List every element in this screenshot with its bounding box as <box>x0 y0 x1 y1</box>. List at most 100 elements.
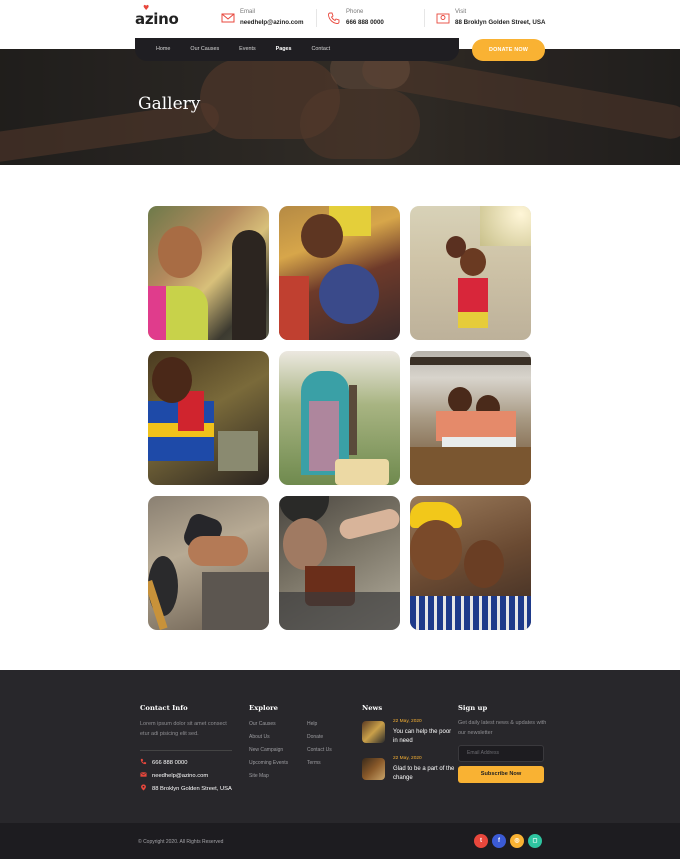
nav-item-pages[interactable]: Pages <box>276 46 292 52</box>
bottom-bar: © Copyright 2020. All Rights Reserved t … <box>0 823 680 859</box>
footer-divider <box>140 750 232 751</box>
footer-link-site-map[interactable]: Site Map <box>249 773 269 779</box>
page-title: Gallery <box>138 94 201 114</box>
map-pin-icon <box>436 13 450 24</box>
nav-item-events[interactable]: Events <box>239 46 255 52</box>
footer-email[interactable]: needhelp@azino.com <box>140 771 208 779</box>
image-detail <box>279 276 309 340</box>
image-detail <box>202 572 269 630</box>
facebook-icon[interactable]: f <box>492 834 506 848</box>
envelope-icon <box>140 772 147 777</box>
heart-icon: ♥ <box>143 4 149 12</box>
phone-icon <box>328 12 340 24</box>
top-header: ♥ azino Email needhelp@azino.com Phone 6… <box>0 0 680 38</box>
footer-phone[interactable]: 666 888 0000 <box>140 758 187 766</box>
email-label: Email <box>240 9 256 15</box>
gallery-grid <box>148 206 532 630</box>
footer-link-about-us[interactable]: About Us <box>249 734 270 740</box>
image-detail <box>458 312 488 328</box>
footer-email-text: needhelp@azino.com <box>152 773 209 779</box>
logo-text: azino <box>135 10 179 28</box>
image-detail <box>301 214 343 258</box>
news-date: 22 May, 2020 <box>393 719 422 724</box>
main-nav: Home Our Causes Events Pages Contact <box>135 38 459 61</box>
footer-signup-heading: Sign up <box>458 704 488 712</box>
header-divider <box>424 9 425 27</box>
copyright-text: © Copyright 2020. All Rights Reserved <box>138 839 224 845</box>
gallery-image-girl-and-boy[interactable] <box>410 496 531 630</box>
image-detail <box>410 520 462 580</box>
header-divider <box>316 9 317 27</box>
footer-link-donate[interactable]: Donate <box>307 734 323 740</box>
footer-link-contact-us[interactable]: Contact Us <box>307 747 332 753</box>
dribbble-icon[interactable]: ◎ <box>510 834 524 848</box>
news-title[interactable]: You can help the poor in need <box>393 728 455 746</box>
phone-icon <box>140 758 147 765</box>
gallery-image-children-playing[interactable] <box>410 206 531 340</box>
image-detail <box>410 357 531 365</box>
image-detail <box>458 278 488 314</box>
map-pin-icon <box>141 784 146 791</box>
gallery-image-water-pump[interactable] <box>279 351 400 485</box>
image-detail <box>319 264 379 324</box>
email-value: needhelp@azino.com <box>240 19 304 26</box>
footer-news-heading: News <box>362 704 383 712</box>
news-thumbnail[interactable] <box>362 721 385 743</box>
hero-overlay <box>0 49 680 165</box>
footer-address[interactable]: 88 Broklyn Golden Street, USA <box>140 784 232 792</box>
image-detail <box>480 206 531 246</box>
visit-value: 88 Broklyn Golden Street, USA <box>455 19 546 26</box>
gallery-image-mother-and-baby[interactable] <box>279 206 400 340</box>
footer <box>0 670 680 823</box>
image-detail <box>410 596 531 630</box>
news-title[interactable]: Glad to be a part of the change <box>393 765 455 783</box>
hero-banner: Gallery <box>0 49 680 165</box>
news-date: 22 May, 2020 <box>393 756 422 761</box>
footer-link-help[interactable]: Help <box>307 721 317 727</box>
image-detail <box>410 447 531 485</box>
footer-explore-heading: Explore <box>249 704 279 712</box>
footer-contact-text: Lorem ipsum dolor sit amet consect etur … <box>140 721 227 737</box>
footer-link-upcoming-events[interactable]: Upcoming Events <box>249 760 288 766</box>
image-detail <box>283 518 327 570</box>
footer-address-text: 88 Broklyn Golden Street, USA <box>152 786 232 792</box>
image-detail <box>152 357 192 403</box>
footer-signup-text: Get daily latest news & updates with our… <box>458 720 547 736</box>
logo[interactable]: ♥ azino <box>135 4 179 28</box>
phone-value: 666 888 0000 <box>346 19 384 26</box>
nav-item-home[interactable]: Home <box>156 46 170 52</box>
news-thumbnail[interactable] <box>362 758 385 780</box>
image-detail <box>448 387 472 413</box>
donate-button[interactable]: DONATE NOW <box>472 39 545 61</box>
image-detail <box>337 506 400 542</box>
image-detail <box>188 536 248 566</box>
instagram-icon[interactable]: ◻ <box>528 834 542 848</box>
gallery-image-coins-in-hand[interactable] <box>148 496 269 630</box>
image-detail <box>464 540 504 588</box>
subscribe-button[interactable]: Subscribe Now <box>458 766 544 783</box>
footer-contact-heading: Contact Info <box>140 704 188 712</box>
footer-link-terms[interactable]: Terms <box>307 760 321 766</box>
newsletter-email-input[interactable]: Email Address <box>458 745 544 762</box>
envelope-icon <box>221 13 235 23</box>
twitter-icon[interactable]: t <box>474 834 488 848</box>
nav-item-our-causes[interactable]: Our Causes <box>190 46 219 52</box>
gallery-image-children-portrait[interactable] <box>148 206 269 340</box>
image-detail <box>279 592 400 630</box>
visit-label: Visit <box>455 9 467 15</box>
image-detail <box>218 431 258 471</box>
image-detail <box>335 459 389 485</box>
gallery-image-girl-portrait[interactable] <box>148 351 269 485</box>
phone-label: Phone <box>346 9 364 15</box>
image-detail <box>148 286 166 340</box>
gallery-image-elder-with-cup[interactable] <box>279 496 400 630</box>
footer-link-our-causes[interactable]: Our Causes <box>249 721 276 727</box>
gallery-image-students-reading[interactable] <box>410 351 531 485</box>
footer-phone-text: 666 888 0000 <box>152 760 188 766</box>
image-detail <box>349 385 357 455</box>
image-detail <box>232 230 266 340</box>
footer-link-new-campaign[interactable]: New Campaign <box>249 747 283 753</box>
image-detail <box>446 236 466 258</box>
image-detail <box>158 226 202 278</box>
nav-item-contact[interactable]: Contact <box>312 46 331 52</box>
